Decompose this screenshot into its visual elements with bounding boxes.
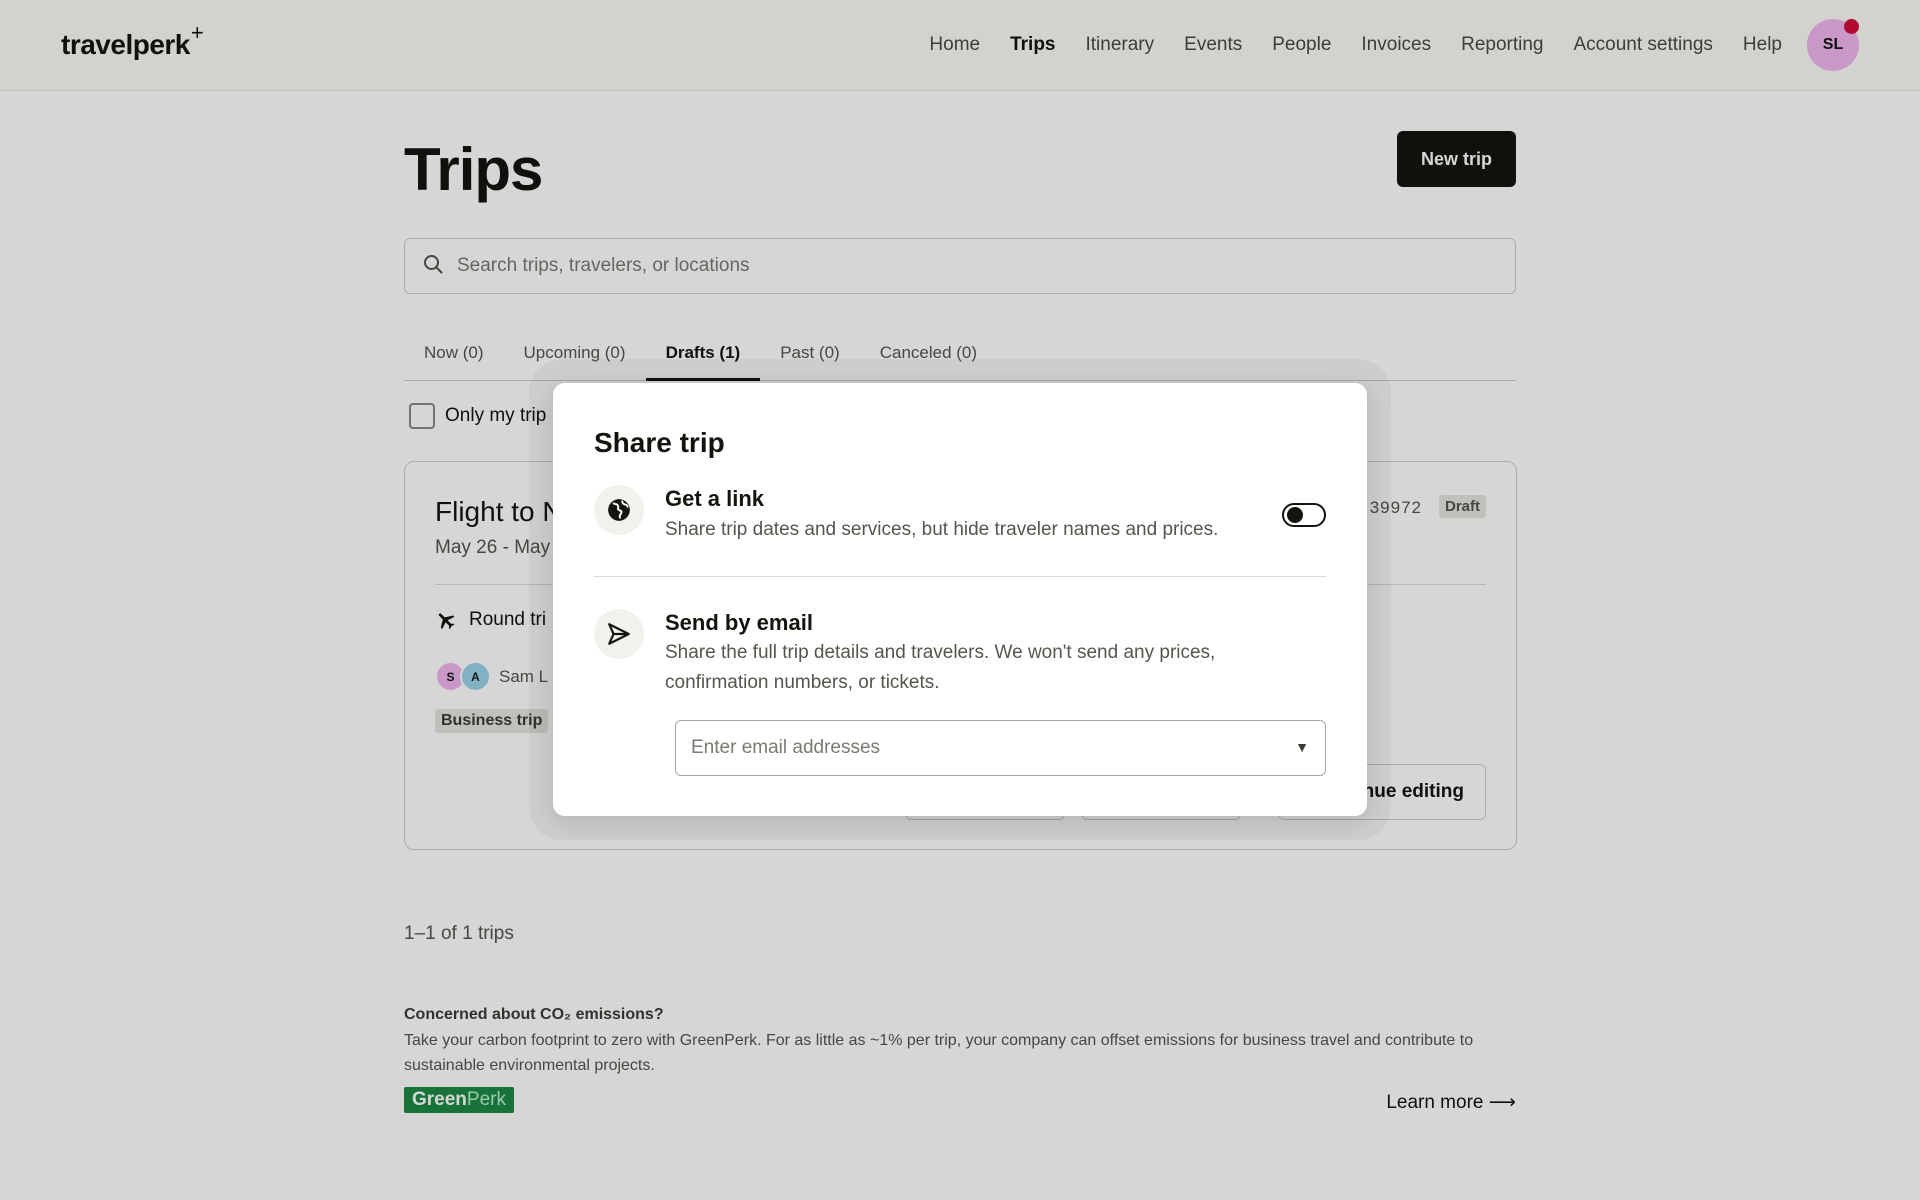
globe-icon [594, 485, 644, 535]
send-icon [594, 609, 644, 659]
get-link-title: Get a link [665, 486, 765, 511]
get-link-toggle[interactable] [1282, 503, 1326, 527]
share-trip-dialog: Share trip Get a link Share trip dates a… [553, 383, 1367, 816]
email-placeholder: Enter email addresses [691, 737, 881, 758]
dialog-title: Share trip [594, 427, 725, 458]
get-link-description: Share trip dates and services, but hide … [665, 519, 1219, 540]
send-email-description: Share the full trip details and traveler… [665, 642, 1216, 693]
toggle-knob [1287, 507, 1303, 523]
email-addresses-input[interactable]: Enter email addresses ▼ [675, 720, 1326, 776]
chevron-down-icon[interactable]: ▼ [1295, 739, 1309, 755]
dialog-divider [594, 576, 1326, 577]
send-email-title: Send by email [665, 610, 813, 635]
